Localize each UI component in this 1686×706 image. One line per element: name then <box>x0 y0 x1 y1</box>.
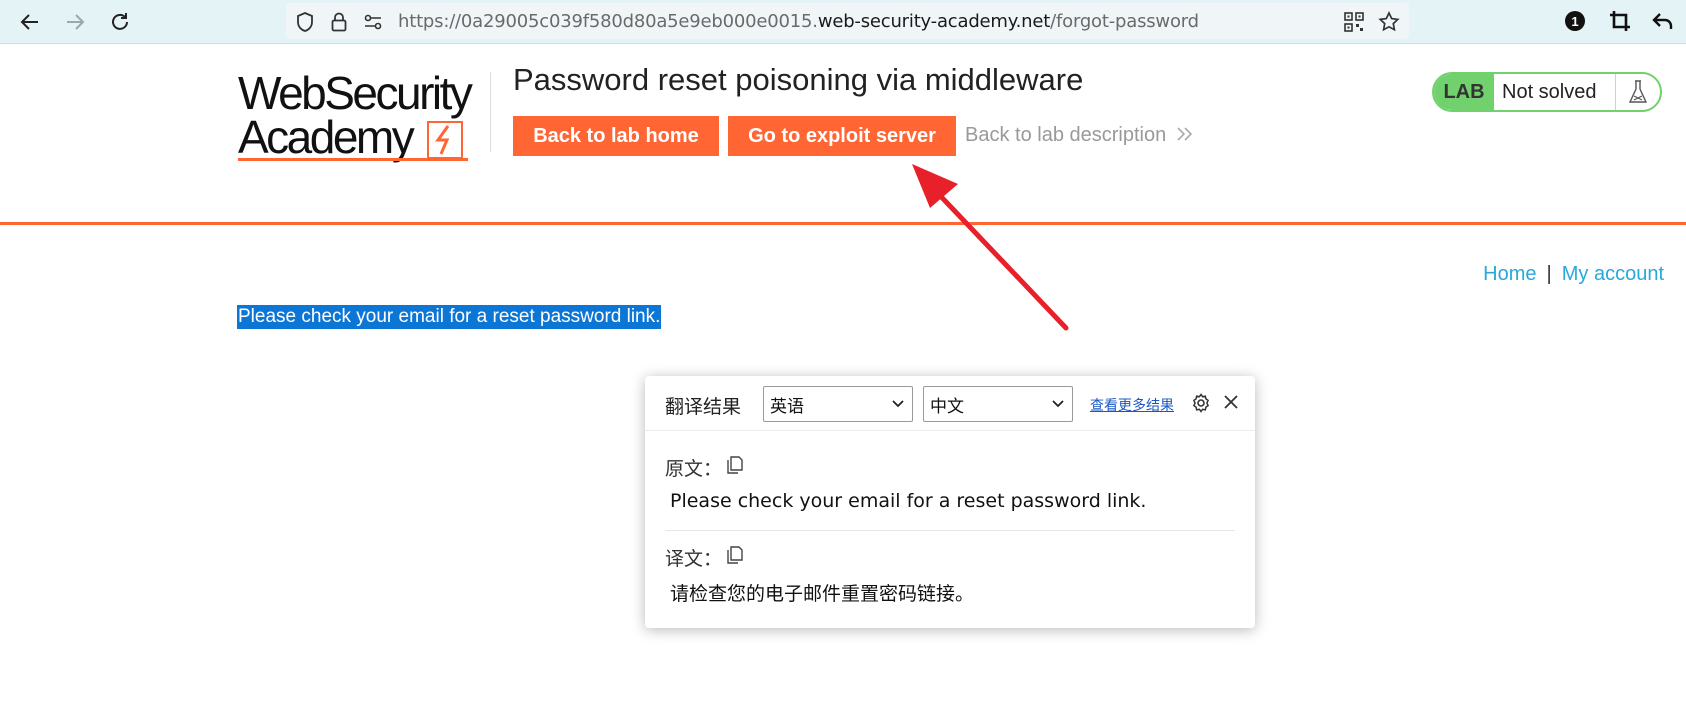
url-text: https://0a29005c039f580d80a5e9eb000e0015… <box>398 11 1199 32</box>
undo-icon[interactable] <box>1650 8 1676 34</box>
section-divider <box>665 530 1235 531</box>
qr-code-icon[interactable] <box>1343 11 1365 33</box>
annotation-arrow <box>912 164 1069 331</box>
flask-icon <box>1616 74 1660 110</box>
lab-status-widget: LAB Not solved <box>1432 72 1662 112</box>
lock-icon[interactable] <box>328 11 350 33</box>
logo-text-line2: Academy <box>238 111 415 163</box>
gear-icon[interactable] <box>1190 392 1212 414</box>
original-label: 原文： <box>665 458 723 480</box>
lab-badge: LAB <box>1434 74 1494 110</box>
extension-badge-icon[interactable]: 1 <box>1562 8 1588 34</box>
browser-toolbar: https://0a29005c039f580d80a5e9eb000e0015… <box>0 0 1686 44</box>
back-to-lab-description-link[interactable]: Back to lab description <box>965 124 1194 147</box>
header-separator <box>0 222 1686 225</box>
copy-icon[interactable] <box>727 546 743 564</box>
logo-underline <box>238 158 468 161</box>
svg-text:1: 1 <box>1571 14 1578 29</box>
target-language-select[interactable]: 中文 <box>923 386 1073 422</box>
forward-arrow-icon[interactable] <box>60 7 90 37</box>
original-text: Please check your email for a reset pass… <box>670 490 1147 512</box>
permissions-icon[interactable] <box>362 11 384 33</box>
close-icon[interactable] <box>1222 393 1240 411</box>
translation-popup-header: 翻译结果 英语 中文 查看更多结果 <box>645 376 1255 431</box>
back-arrow-icon[interactable] <box>15 7 45 37</box>
double-chevron-right-icon <box>1177 127 1192 141</box>
web-security-academy-logo[interactable]: WebSecurity Academy <box>238 68 498 163</box>
header-divider <box>490 72 491 152</box>
reload-icon[interactable] <box>105 7 135 37</box>
address-bar[interactable]: https://0a29005c039f580d80a5e9eb000e0015… <box>286 3 1409 39</box>
reset-confirmation-message: Please check your email for a reset pass… <box>237 305 662 329</box>
my-account-link[interactable]: My account <box>1562 263 1664 285</box>
translation-label: 译文： <box>665 548 723 570</box>
source-language-select[interactable]: 英语 <box>763 386 913 422</box>
translation-popup: 翻译结果 英语 中文 查看更多结果 原文： Please check your … <box>645 376 1255 628</box>
lab-title: Password reset poisoning via middleware <box>513 62 1084 97</box>
nav-separator: | <box>1546 263 1552 285</box>
translation-popup-title: 翻译结果 <box>665 396 742 418</box>
logo-bolt-icon <box>427 121 463 159</box>
translation-text: 请检查您的电子邮件重置密码链接。 <box>670 583 975 605</box>
back-to-lab-home-button[interactable]: Back to lab home <box>513 116 719 156</box>
lab-status-text: Not solved <box>1494 74 1616 110</box>
bookmark-star-icon[interactable] <box>1378 11 1400 33</box>
more-results-link[interactable]: 查看更多结果 <box>1090 395 1174 415</box>
home-link[interactable]: Home <box>1483 263 1536 285</box>
copy-icon[interactable] <box>727 456 743 474</box>
shield-icon[interactable] <box>294 11 316 33</box>
chevron-down-icon <box>892 400 904 408</box>
top-navigation: Home | My account <box>1483 263 1664 286</box>
chevron-down-icon <box>1052 400 1064 408</box>
crop-icon[interactable] <box>1607 8 1633 34</box>
